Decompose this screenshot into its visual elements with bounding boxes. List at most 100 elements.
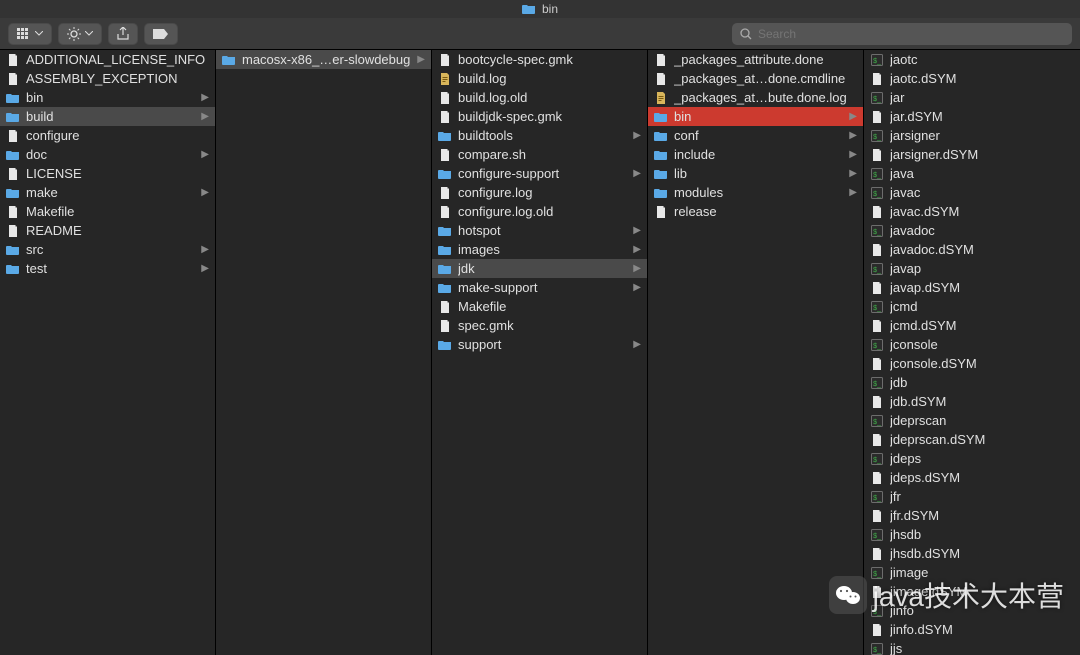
tags-button[interactable] (144, 23, 178, 45)
exec-icon: $_ (870, 338, 884, 352)
list-item[interactable]: build.log (432, 69, 647, 88)
column[interactable]: bootcycle-spec.gmkbuild.logbuild.log.old… (432, 50, 648, 655)
list-item[interactable]: $_jdeprscan (864, 411, 1080, 430)
chevron-right-icon: ▶ (633, 244, 641, 255)
list-item[interactable]: bin▶ (648, 107, 863, 126)
item-label: compare.sh (458, 147, 641, 162)
list-item[interactable]: $_jinfo (864, 601, 1080, 620)
list-item[interactable]: $_jarsigner (864, 126, 1080, 145)
list-item[interactable]: jdeprscan.dSYM (864, 430, 1080, 449)
column[interactable]: ADDITIONAL_LICENSE_INFOASSEMBLY_EXCEPTIO… (0, 50, 216, 655)
item-label: macosx-x86_…er-slowdebug (242, 52, 411, 67)
list-item[interactable]: release (648, 202, 863, 221)
item-label: jhsdb.dSYM (890, 546, 1074, 561)
list-item[interactable]: jhsdb.dSYM (864, 544, 1080, 563)
exec-icon: $_ (870, 53, 884, 67)
search-input[interactable] (758, 27, 1064, 41)
list-item[interactable]: jaotc.dSYM (864, 69, 1080, 88)
list-item[interactable]: buildtools▶ (432, 126, 647, 145)
list-item[interactable]: _packages_at…bute.done.log (648, 88, 863, 107)
list-item[interactable]: conf▶ (648, 126, 863, 145)
list-item[interactable]: support▶ (432, 335, 647, 354)
list-item[interactable]: buildjdk-spec.gmk (432, 107, 647, 126)
item-label: images (458, 242, 627, 257)
list-item[interactable]: Makefile (0, 202, 215, 221)
list-item[interactable]: hotspot▶ (432, 221, 647, 240)
search-field[interactable] (732, 23, 1072, 45)
list-item[interactable]: configure (0, 126, 215, 145)
list-item[interactable]: jfr.dSYM (864, 506, 1080, 525)
list-item[interactable]: $_javadoc (864, 221, 1080, 240)
list-item[interactable]: bootcycle-spec.gmk (432, 50, 647, 69)
list-item[interactable]: README (0, 221, 215, 240)
list-item[interactable]: include▶ (648, 145, 863, 164)
column[interactable]: $_jaotcjaotc.dSYM$_jarjar.dSYM$_jarsigne… (864, 50, 1080, 655)
list-item[interactable]: javac.dSYM (864, 202, 1080, 221)
column[interactable]: _packages_attribute.done_packages_at…don… (648, 50, 864, 655)
list-item[interactable]: make▶ (0, 183, 215, 202)
list-item[interactable]: ADDITIONAL_LICENSE_INFO (0, 50, 215, 69)
list-item[interactable]: LICENSE (0, 164, 215, 183)
list-item[interactable]: make-support▶ (432, 278, 647, 297)
list-item[interactable]: jar.dSYM (864, 107, 1080, 126)
list-item[interactable]: doc▶ (0, 145, 215, 164)
file-icon (870, 357, 884, 371)
view-mode-button[interactable] (8, 23, 52, 45)
list-item[interactable]: build.log.old (432, 88, 647, 107)
list-item[interactable]: javadoc.dSYM (864, 240, 1080, 259)
list-item[interactable]: jdeps.dSYM (864, 468, 1080, 487)
list-item[interactable]: configure.log (432, 183, 647, 202)
item-label: release (674, 204, 857, 219)
list-item[interactable]: $_javac (864, 183, 1080, 202)
list-item[interactable]: compare.sh (432, 145, 647, 164)
list-item[interactable]: jcmd.dSYM (864, 316, 1080, 335)
list-item[interactable]: $_jimage (864, 563, 1080, 582)
list-item[interactable]: $_jcmd (864, 297, 1080, 316)
svg-text:$_: $_ (873, 96, 881, 103)
chevron-right-icon: ▶ (849, 111, 857, 122)
list-item[interactable]: test▶ (0, 259, 215, 278)
list-item[interactable]: $_jar (864, 88, 1080, 107)
list-item[interactable]: $_java (864, 164, 1080, 183)
list-item[interactable]: bin▶ (0, 88, 215, 107)
svg-text:$_: $_ (873, 191, 881, 198)
list-item[interactable]: lib▶ (648, 164, 863, 183)
list-item[interactable]: $_jhsdb (864, 525, 1080, 544)
list-item[interactable]: $_jdb (864, 373, 1080, 392)
list-item[interactable]: configure-support▶ (432, 164, 647, 183)
list-item[interactable]: javap.dSYM (864, 278, 1080, 297)
list-item[interactable]: $_jdeps (864, 449, 1080, 468)
exec-icon: $_ (870, 300, 884, 314)
list-item[interactable]: macosx-x86_…er-slowdebug▶ (216, 50, 431, 69)
list-item[interactable]: images ▶ (432, 240, 647, 259)
item-label: README (26, 223, 209, 238)
list-item[interactable]: modules▶ (648, 183, 863, 202)
list-item[interactable]: build▶ (0, 107, 215, 126)
list-item[interactable]: _packages_attribute.done (648, 50, 863, 69)
item-label: include (674, 147, 843, 162)
column[interactable]: macosx-x86_…er-slowdebug▶ (216, 50, 432, 655)
action-menu-button[interactable] (58, 23, 102, 45)
list-item[interactable]: _packages_at…done.cmdline (648, 69, 863, 88)
item-label: java (890, 166, 1074, 181)
list-item[interactable]: src▶ (0, 240, 215, 259)
list-item[interactable]: $_jfr (864, 487, 1080, 506)
list-item[interactable]: spec.gmk (432, 316, 647, 335)
list-item[interactable]: jarsigner.dSYM (864, 145, 1080, 164)
list-item[interactable]: ASSEMBLY_EXCEPTION (0, 69, 215, 88)
list-item[interactable]: jdb.dSYM (864, 392, 1080, 411)
list-item[interactable]: configure.log.old (432, 202, 647, 221)
list-item[interactable]: jdk▶ (432, 259, 647, 278)
share-button[interactable] (108, 23, 138, 45)
list-item[interactable]: $_jconsole (864, 335, 1080, 354)
list-item[interactable]: $_jaotc (864, 50, 1080, 69)
list-item[interactable]: Makefile (432, 297, 647, 316)
list-item[interactable]: $_javap (864, 259, 1080, 278)
list-item[interactable]: $_jjs (864, 639, 1080, 655)
list-item[interactable]: jimage.dSYM (864, 582, 1080, 601)
list-item[interactable]: jinfo.dSYM (864, 620, 1080, 639)
svg-text:$_: $_ (873, 134, 881, 141)
item-label: jfr (890, 489, 1074, 504)
item-label: make-support (458, 280, 627, 295)
list-item[interactable]: jconsole.dSYM (864, 354, 1080, 373)
